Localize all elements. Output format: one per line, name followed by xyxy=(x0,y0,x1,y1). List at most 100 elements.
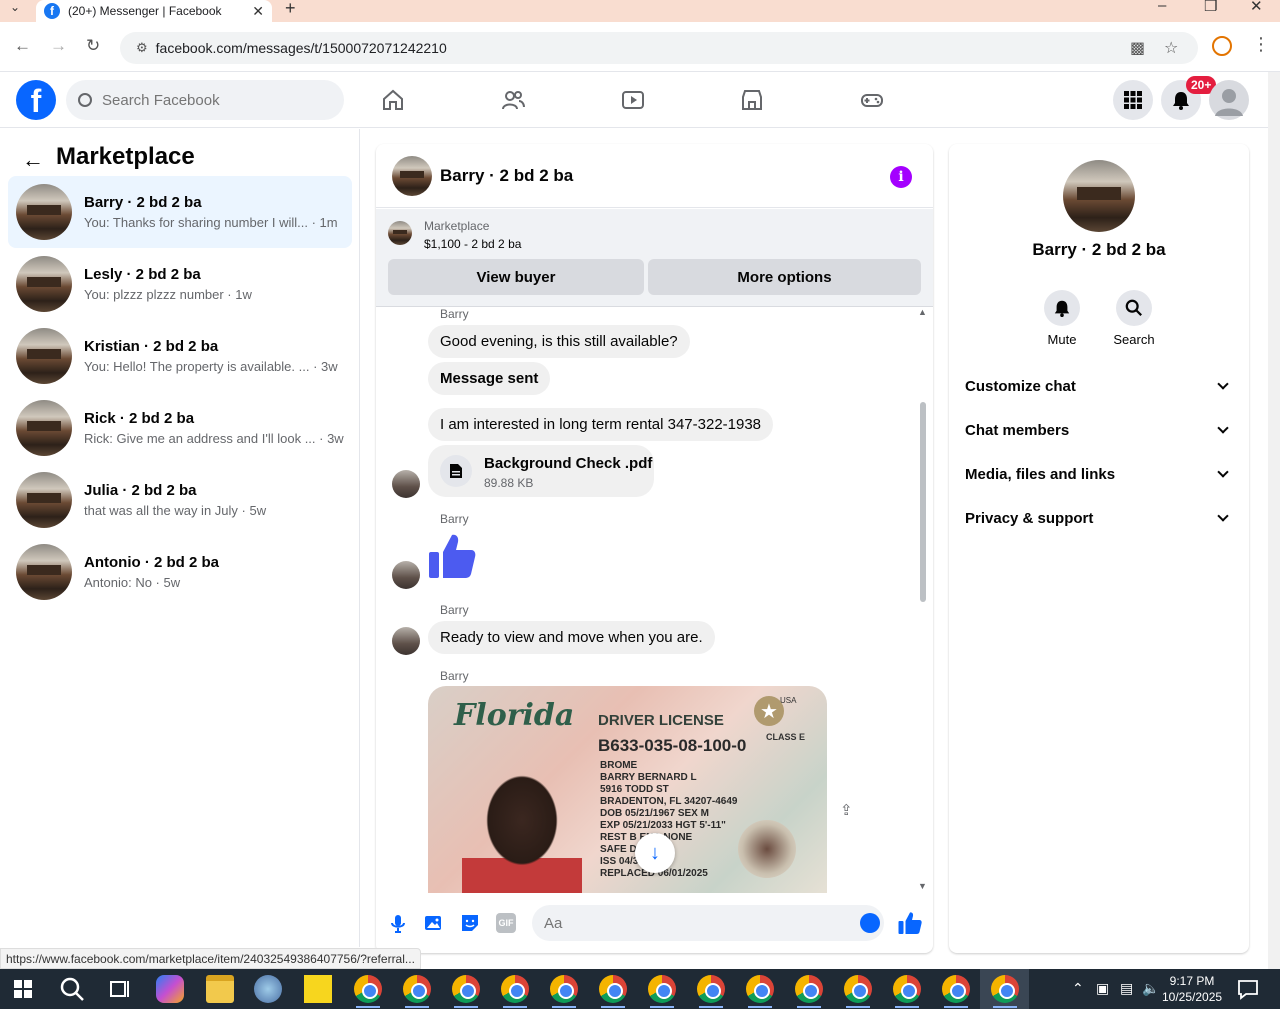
new-tab-plus-icon[interactable]: + xyxy=(285,0,296,19)
marketplace-icon[interactable] xyxy=(740,88,764,112)
view-buyer-button[interactable]: View buyer xyxy=(388,259,644,295)
privacy-support-row[interactable]: Privacy & support xyxy=(965,496,1233,540)
taskbar-clock[interactable]: 9:17 PM 10/25/2025 xyxy=(1162,973,1222,1005)
message-bubble[interactable]: Ready to view and move when you are. xyxy=(428,621,715,654)
chrome-icon[interactable] xyxy=(893,975,921,1003)
conversation-sidebar: ← Marketplace Barry · 2 bd 2 ba You: Tha… xyxy=(0,129,360,947)
photo-icon[interactable] xyxy=(424,913,444,933)
sticky-notes-icon[interactable] xyxy=(304,975,332,1003)
file-attachment[interactable]: Background Check .pdf 89.88 KB xyxy=(428,445,654,497)
chrome-icon[interactable] xyxy=(403,975,431,1003)
facebook-logo[interactable]: f xyxy=(16,80,56,120)
taskbar-search-icon[interactable] xyxy=(58,975,86,1003)
microphone-icon[interactable] xyxy=(388,913,408,933)
sender-avatar[interactable] xyxy=(392,561,420,589)
chrome-icon[interactable] xyxy=(501,975,529,1003)
back-arrow-icon[interactable]: ← xyxy=(22,147,44,173)
message-bubble[interactable]: I am interested in long term rental 347-… xyxy=(428,408,774,441)
conversation-item[interactable]: Kristian · 2 bd 2 ba You: Hello! The pro… xyxy=(8,320,352,392)
video-icon[interactable] xyxy=(621,88,645,112)
search-conversation-button[interactable]: Search xyxy=(1104,290,1164,347)
tab-close-icon[interactable]: ✕ xyxy=(252,3,264,20)
install-app-icon[interactable]: ▩ xyxy=(1130,38,1145,58)
license-class: CLASS E xyxy=(766,732,806,742)
customize-chat-row[interactable]: Customize chat xyxy=(965,364,1233,408)
windows-start-icon[interactable] xyxy=(14,980,32,998)
gif-icon[interactable]: GIF xyxy=(496,913,516,933)
reload-icon[interactable]: ↻ xyxy=(86,36,100,56)
chat-members-row[interactable]: Chat members xyxy=(965,408,1233,452)
volume-icon[interactable]: 🔈 xyxy=(1142,980,1159,997)
chrome-icon[interactable] xyxy=(599,975,627,1003)
message-bubble[interactable]: Good evening, is this still available? xyxy=(428,325,690,358)
file-explorer-icon[interactable] xyxy=(206,975,234,1003)
chrome-icon[interactable] xyxy=(844,975,872,1003)
scroll-up-arrow-icon[interactable]: ▲ xyxy=(918,307,927,317)
conversation-item[interactable]: Antonio · 2 bd 2 ba Antonio: No · 5w xyxy=(8,536,352,608)
bookmark-star-icon[interactable]: ☆ xyxy=(1164,38,1178,58)
chrome-icon[interactable] xyxy=(354,975,382,1003)
thumbs-up-icon[interactable] xyxy=(898,911,922,935)
app-icon[interactable] xyxy=(254,975,282,1003)
gaming-icon[interactable] xyxy=(860,88,884,112)
conversation-item[interactable]: Julia · 2 bd 2 ba that was all the way i… xyxy=(8,464,352,536)
browser-tab-messenger[interactable]: f (20+) Messenger | Facebook ✕ xyxy=(36,0,272,22)
tray-expand-chevron-icon[interactable]: ⌃ xyxy=(1072,980,1084,997)
restore-icon[interactable]: ❐ xyxy=(1204,0,1217,15)
chat-title[interactable]: Barry · 2 bd 2 ba xyxy=(440,166,573,186)
back-arrow-icon[interactable]: ← xyxy=(14,36,31,56)
scroll-to-bottom-button[interactable]: ↓ xyxy=(635,833,675,873)
sender-avatar[interactable] xyxy=(392,470,420,498)
notification-center-icon[interactable] xyxy=(1234,975,1262,1003)
account-avatar-button[interactable] xyxy=(1209,80,1249,120)
url-omnibox[interactable]: ⚙ facebook.com/messages/t/15000720712422… xyxy=(120,32,1198,64)
window-close-icon[interactable]: ✕ xyxy=(1250,0,1263,15)
chrome-icon[interactable] xyxy=(746,975,774,1003)
chat-profile-avatar[interactable] xyxy=(1063,160,1135,232)
chrome-icon[interactable] xyxy=(795,975,823,1003)
message-bubble[interactable]: Message sent xyxy=(428,362,551,395)
meet-now-icon[interactable]: ▣ xyxy=(1096,980,1109,997)
minimize-icon[interactable]: – xyxy=(1158,0,1166,14)
media-files-links-row[interactable]: Media, files and links xyxy=(965,452,1233,496)
chrome-icon[interactable] xyxy=(648,975,676,1003)
conversation-item[interactable]: Rick · 2 bd 2 ba Rick: Give me an addres… xyxy=(8,392,352,464)
chrome-icon[interactable] xyxy=(452,975,480,1003)
listing-thumbnail[interactable] xyxy=(388,221,412,245)
home-icon[interactable] xyxy=(381,88,405,112)
share-icon[interactable]: ⇪ xyxy=(840,801,853,819)
more-options-button[interactable]: More options xyxy=(648,259,921,295)
menu-grid-button[interactable] xyxy=(1113,80,1153,120)
emoji-icon[interactable] xyxy=(860,913,880,933)
chat-avatar[interactable] xyxy=(392,155,432,196)
thumbs-up-sticker-icon[interactable] xyxy=(428,532,476,580)
message-input[interactable] xyxy=(532,905,884,941)
chrome-icon[interactable] xyxy=(991,975,1019,1003)
scroll-down-arrow-icon[interactable]: ▼ xyxy=(918,881,927,891)
sticker-icon[interactable] xyxy=(460,913,480,933)
mute-button[interactable]: Mute xyxy=(1032,290,1092,347)
friends-icon[interactable] xyxy=(501,88,525,112)
scroll-thumb[interactable] xyxy=(920,402,926,602)
chrome-icon[interactable] xyxy=(550,975,578,1003)
chrome-icon[interactable] xyxy=(942,975,970,1003)
sender-avatar[interactable] xyxy=(392,627,420,655)
conversation-item[interactable]: Barry · 2 bd 2 ba You: Thanks for sharin… xyxy=(8,176,352,248)
facebook-search-input[interactable] xyxy=(102,91,322,109)
facebook-search-box[interactable] xyxy=(66,80,344,120)
site-info-icon[interactable]: ⚙ xyxy=(136,40,148,56)
drivers-license-image[interactable]: Florida DRIVER LICENSE ★ USA B633-035-08… xyxy=(428,686,827,893)
info-icon[interactable]: i xyxy=(890,166,912,188)
thread-scrollbar[interactable]: ▲ ▼ xyxy=(918,307,928,893)
chrome-icon[interactable] xyxy=(697,975,725,1003)
profile-account-icon[interactable] xyxy=(1212,36,1232,56)
browser-menu-icon[interactable]: ⋮ xyxy=(1252,34,1270,55)
conversation-item[interactable]: Lesly · 2 bd 2 ba You: plzzz plzzz numbe… xyxy=(8,248,352,320)
listing-price[interactable]: $1,100 - 2 bd 2 ba xyxy=(424,237,521,251)
forward-arrow-icon[interactable]: → xyxy=(50,36,67,56)
copilot-icon[interactable] xyxy=(156,975,184,1003)
tab-list-chevron-icon[interactable]: ⌄ xyxy=(10,0,20,14)
network-icon[interactable]: ▤ xyxy=(1120,980,1133,997)
page-scrollbar[interactable] xyxy=(1268,72,1280,969)
task-view-icon[interactable] xyxy=(106,975,134,1003)
